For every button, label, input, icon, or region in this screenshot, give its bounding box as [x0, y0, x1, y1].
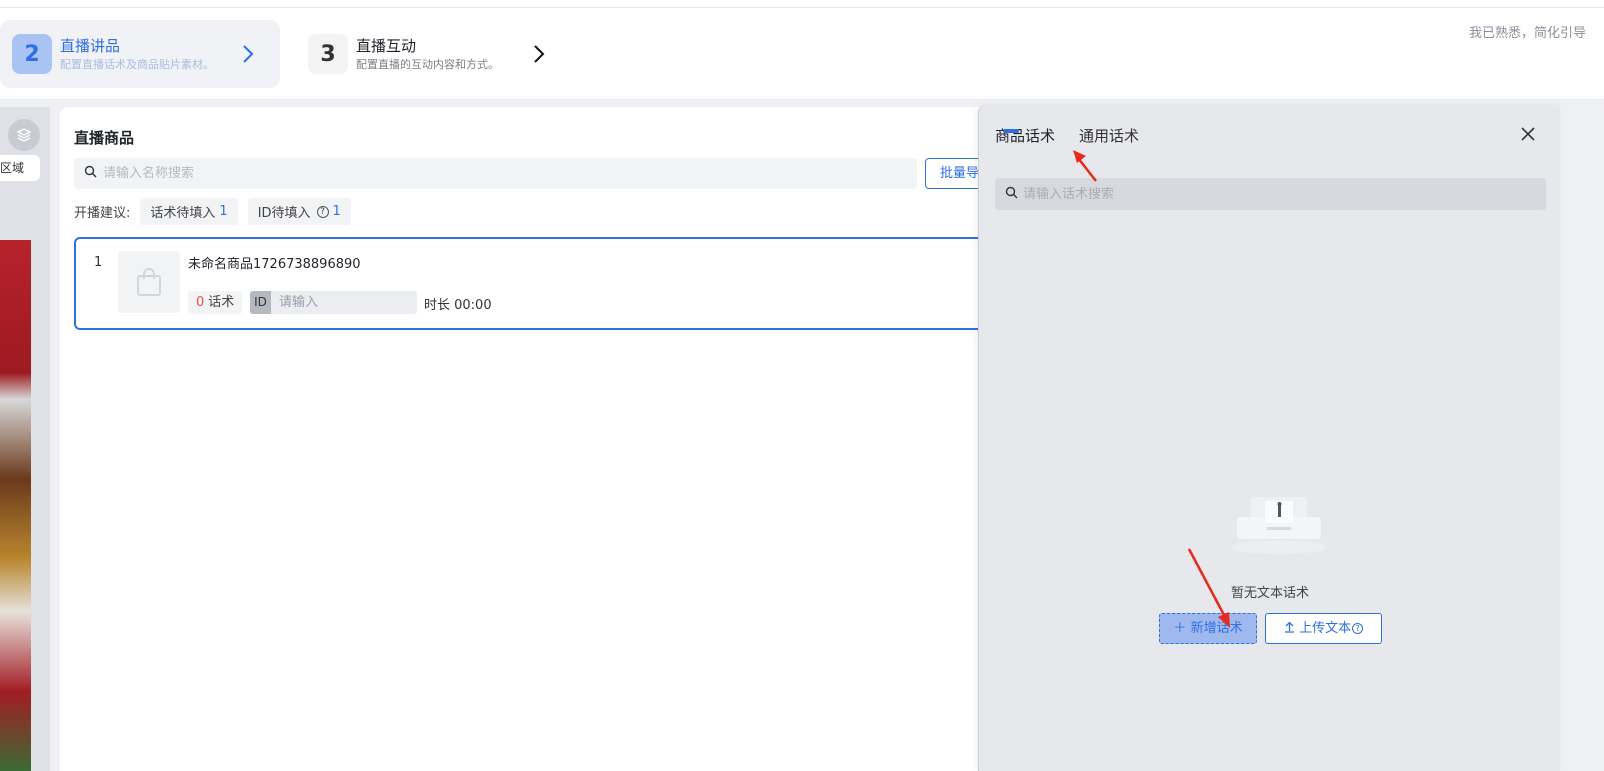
left-preview-panel: 区域 — [0, 107, 50, 771]
layers-icon[interactable] — [8, 119, 40, 151]
tab-general-script[interactable]: 通用话术 — [1079, 125, 1139, 146]
step-live-explain[interactable]: 2 直播讲品 配置直播话术及商品贴片素材。 — [0, 20, 280, 88]
product-id-input[interactable] — [279, 295, 409, 310]
drawer-tabs: 商品话术 通用话术 — [995, 125, 1163, 146]
step-title: 直播互动 — [356, 37, 417, 55]
chip-label: ID待填入 — [257, 206, 311, 221]
step-description: 配置直播的互动内容和方式。 — [356, 58, 499, 71]
divider — [0, 7, 1604, 8]
panel-title: 直播商品 — [74, 129, 135, 147]
id-tag: ID — [250, 291, 271, 314]
product-index: 1 — [94, 255, 103, 270]
script-drawer: 商品话术 通用话术 暂无文本话术 ＋ 新增话术 上传文本? — [978, 105, 1560, 771]
chip-count: 1 — [219, 204, 228, 219]
plus-icon: ＋ — [1173, 621, 1187, 636]
help-icon[interactable]: ? — [1352, 623, 1364, 634]
step-number: 2 — [12, 34, 52, 74]
product-panel: 直播商品 批量导 开播建议: 话术待填入 1 ID待填入 ? 1 1 未命名商品… — [60, 107, 1005, 771]
step-description: 配置直播话术及商品贴片素材。 — [60, 58, 214, 71]
product-id-field: ID — [250, 291, 417, 314]
chip-label: 话术待填入 — [150, 206, 216, 221]
script-label: 话术 — [208, 295, 235, 310]
add-script-button[interactable]: ＋ 新增话术 — [1159, 613, 1257, 644]
step-title: 直播讲品 — [60, 37, 121, 55]
upload-text-button[interactable]: 上传文本? — [1265, 613, 1382, 644]
steps-bar: 2 直播讲品 配置直播话术及商品贴片素材。 3 直播互动 配置直播的互动内容和方… — [0, 0, 1604, 100]
active-tab-indicator — [1003, 129, 1019, 133]
script-search — [995, 178, 1546, 210]
shopping-bag-icon — [118, 251, 180, 313]
chip-script-pending[interactable]: 话术待填入 1 — [140, 198, 238, 225]
step-live-interaction[interactable]: 3 直播互动 配置直播的互动内容和方式。 — [300, 20, 580, 88]
product-item[interactable]: 1 未命名商品1726738896890 0话术 ID 时长 00:00 — [74, 237, 994, 330]
product-search-input[interactable] — [103, 166, 883, 181]
chip-count: 1 — [332, 204, 341, 219]
search-icon — [84, 165, 97, 182]
upload-text-label: 上传文本 — [1299, 621, 1352, 636]
live-preview-image — [0, 240, 31, 771]
add-script-label: 新增话术 — [1190, 621, 1243, 636]
region-tag[interactable]: 区域 — [0, 155, 40, 181]
product-search — [74, 158, 917, 189]
script-count-badge[interactable]: 0 话术 — [188, 291, 243, 314]
script-count: 0 — [196, 295, 205, 310]
script-search-input[interactable] — [1023, 186, 1523, 202]
step-number: 3 — [308, 34, 348, 74]
upload-icon — [1284, 621, 1299, 636]
product-name: 未命名商品1726738896890 — [188, 257, 361, 272]
empty-state-text: 暂无文本话术 — [1230, 586, 1309, 601]
chevron-right-icon — [243, 45, 254, 63]
help-icon[interactable]: ? — [316, 205, 329, 218]
live-suggestions: 开播建议: 话术待填入 1 ID待填入 ? 1 — [74, 198, 351, 225]
empty-state-illustration — [1231, 497, 1327, 554]
product-duration: 时长 00:00 — [424, 298, 492, 313]
chip-id-pending[interactable]: ID待填入 ? 1 — [247, 198, 351, 225]
skip-guide-link[interactable]: 我已熟悉，简化引导 — [1469, 22, 1586, 41]
suggest-label: 开播建议: — [74, 206, 131, 221]
close-icon[interactable] — [1520, 123, 1536, 147]
search-icon — [1005, 186, 1018, 203]
chevron-right-icon — [534, 45, 545, 63]
